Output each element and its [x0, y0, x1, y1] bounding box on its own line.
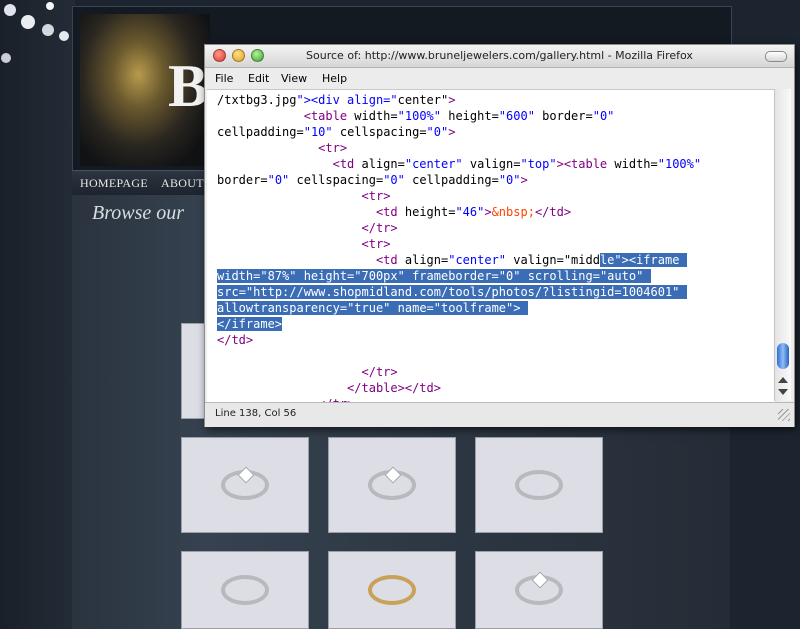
- menu-edit[interactable]: Edit: [248, 72, 269, 85]
- source-line: <table width="100%" height="600" border=…: [303, 109, 615, 123]
- left-decoration: [0, 0, 75, 629]
- nav-about[interactable]: ABOUT: [161, 176, 204, 191]
- browse-heading: Browse our: [92, 202, 185, 224]
- gallery-thumbnail[interactable]: [475, 437, 603, 533]
- nav-homepage[interactable]: HOMEPAGE: [80, 176, 148, 191]
- window-titlebar[interactable]: Source of: http://www.bruneljewelers.com…: [205, 45, 794, 68]
- source-line: <td align="center" valign="middle"><ifra…: [217, 252, 687, 268]
- source-line: /txtbg3.jpg"><div align="center">: [217, 93, 456, 107]
- source-line: <tr>: [361, 237, 391, 251]
- source-code-view[interactable]: /txtbg3.jpg"><div align="center"> <table…: [207, 89, 774, 402]
- source-line: </td>: [217, 333, 254, 347]
- source-line: src="http://www.shopmidland.com/tools/ph…: [217, 284, 687, 300]
- menu-file[interactable]: File: [215, 72, 233, 85]
- gallery-thumbnail[interactable]: [328, 437, 456, 533]
- source-line: </iframe>: [217, 317, 283, 331]
- diamond-sparkles-icon: [1, 2, 69, 63]
- source-line: width="87%" height="700px" frameborder="…: [217, 268, 651, 284]
- gallery-thumbnail[interactable]: [181, 437, 309, 533]
- gallery-thumbnail[interactable]: [181, 551, 309, 629]
- menu-view[interactable]: View: [281, 72, 307, 85]
- scroll-up-arrow-icon[interactable]: [778, 377, 788, 383]
- scrollbar-thumb[interactable]: [777, 343, 789, 369]
- source-line: </tr>: [361, 365, 398, 379]
- view-source-window: Source of: http://www.bruneljewelers.com…: [204, 44, 795, 427]
- resize-grip-icon[interactable]: [778, 409, 790, 421]
- source-line: allowtransparency="true" name="toolframe…: [217, 300, 528, 316]
- toolbar-toggle-button[interactable]: [765, 51, 787, 62]
- source-line: cellpadding="10" cellspacing="0">: [217, 125, 456, 139]
- gallery-thumbnail[interactable]: [328, 551, 456, 629]
- menu-bar: File Edit View Help: [205, 68, 794, 88]
- gallery-thumbnail[interactable]: [475, 551, 603, 629]
- menu-help[interactable]: Help: [322, 72, 347, 85]
- scroll-down-arrow-icon[interactable]: [778, 389, 788, 395]
- vertical-scrollbar[interactable]: [774, 89, 791, 401]
- source-line: <td align="center" valign="top"><table w…: [332, 157, 702, 171]
- source-line: </table></td>: [347, 381, 441, 395]
- cursor-position-status: Line 138, Col 56: [215, 408, 297, 419]
- source-line: </tr>: [361, 221, 398, 235]
- source-line: <td height="46">&nbsp;</td>: [375, 205, 572, 219]
- source-line: <tr>: [361, 189, 391, 203]
- source-line: <tr>: [318, 141, 348, 155]
- source-line: border="0" cellspacing="0" cellpadding="…: [217, 173, 528, 187]
- brand-logo-letter: B: [168, 53, 209, 119]
- status-bar: Line 138, Col 56: [205, 402, 794, 427]
- window-title: Source of: http://www.bruneljewelers.com…: [306, 49, 693, 62]
- gallery-thumbnail-partial[interactable]: [181, 323, 205, 419]
